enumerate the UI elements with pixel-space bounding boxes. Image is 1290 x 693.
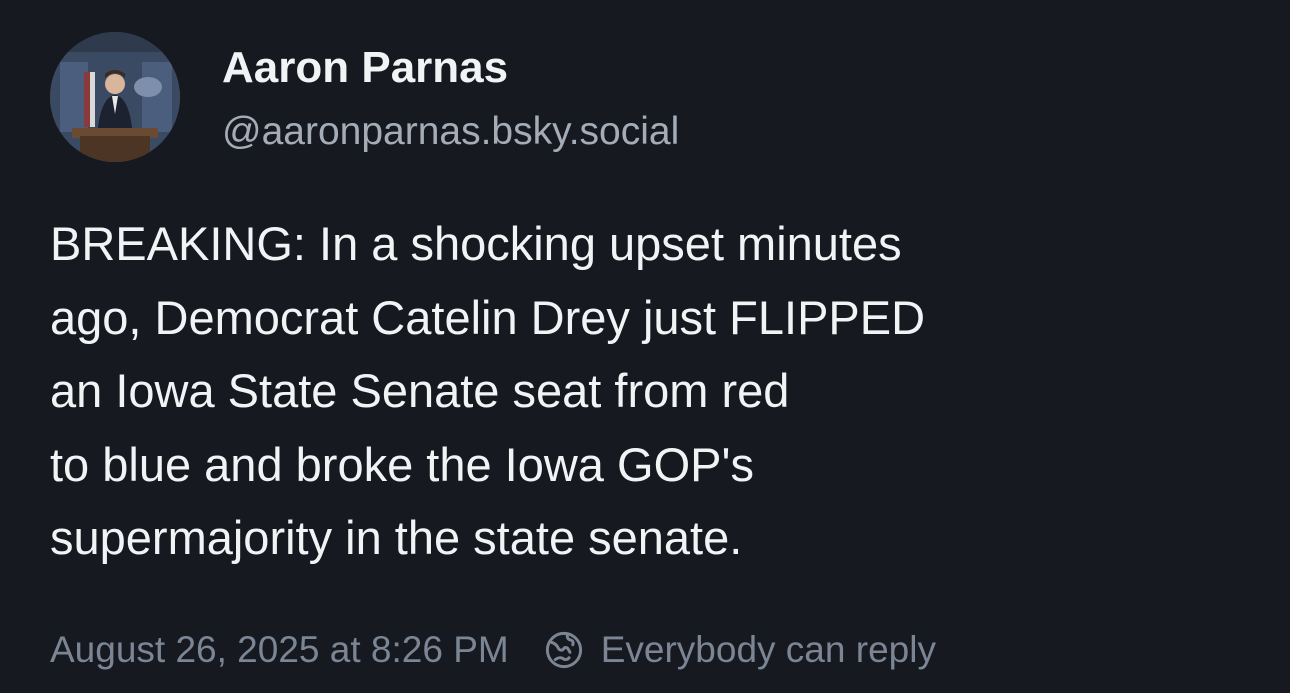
author-avatar[interactable] (50, 32, 180, 162)
post-text: BREAKING: In a shocking upset minutes ag… (50, 217, 926, 564)
avatar-image (50, 32, 180, 162)
post-timestamp[interactable]: August 26, 2025 at 8:26 PM (50, 629, 509, 671)
author-handle[interactable]: @aaronparnas.bsky.social (222, 107, 679, 157)
post-card: Aaron Parnas @aaronparnas.bsky.social BR… (0, 0, 1290, 693)
post-meta: August 26, 2025 at 8:26 PM Everybody can… (50, 622, 936, 678)
reply-setting-label[interactable]: Everybody can reply (601, 629, 936, 671)
earth-globe-icon (543, 629, 585, 671)
author-display-name[interactable]: Aaron Parnas (222, 40, 508, 96)
